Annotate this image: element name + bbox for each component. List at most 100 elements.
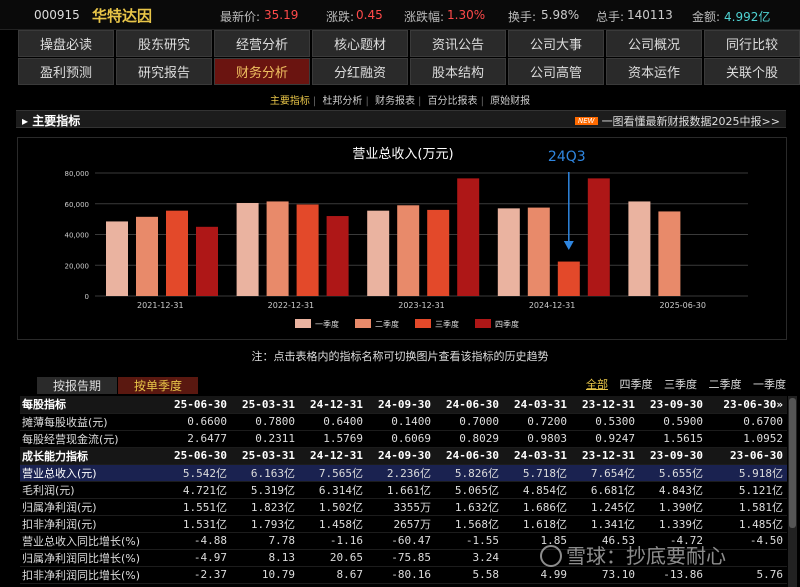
nav-item-12[interactable]: 股本结构 <box>410 58 506 85</box>
subtab-percent[interactable]: 百分比报表 <box>425 92 481 107</box>
legend-swatch-0 <box>295 319 311 328</box>
row-label[interactable]: 营业总收入(元) <box>20 464 163 482</box>
row-label[interactable]: 归属净利润(元) <box>20 498 163 516</box>
table-header-row: 每股指标 25-06-30 25-03-31 24-12-31 24-09-30 24-0… <box>20 396 787 414</box>
nav-item-7[interactable]: 同行比较 <box>704 30 800 57</box>
legend-swatch-2 <box>415 319 431 328</box>
filter-q4[interactable]: 四季度 <box>620 378 653 391</box>
bar-3-1 <box>527 207 550 296</box>
bar-2-3 <box>457 178 480 296</box>
subtab-raw[interactable]: 原始财报 <box>487 92 533 107</box>
nav-item-15[interactable]: 关联个股 <box>704 58 800 85</box>
bar-2-0 <box>367 210 390 296</box>
table-cell: 24-12-31 <box>299 396 367 414</box>
table-cell: 1.5769 <box>299 430 367 448</box>
table-row[interactable]: 摊薄每股收益(元) 0.6600 0.7800 0.6400 0.1400 0.7000 0… <box>20 413 787 431</box>
filter-all[interactable]: 全部 <box>586 378 608 391</box>
legend-label-0: 一季度 <box>315 319 339 329</box>
table-cell: 3355万 <box>367 498 435 516</box>
table-cell: 0.6069 <box>367 430 435 448</box>
row-label[interactable]: 归属净利润同比增长(%) <box>20 549 163 567</box>
table-cell: 1.339亿 <box>639 515 707 533</box>
row-label[interactable]: 毛利润(元) <box>20 481 163 499</box>
nav-item-3[interactable]: 核心题材 <box>312 30 408 57</box>
nav-item-10[interactable]: 财务分析 <box>214 58 310 85</box>
nav-item-1[interactable]: 股东研究 <box>116 30 212 57</box>
nav-item-9[interactable]: 研究报告 <box>116 58 212 85</box>
tab-by-quarter[interactable]: 按单季度 <box>118 377 198 394</box>
bar-3-0 <box>497 208 520 296</box>
table-header-row: 成长能力指标 25-06-30 25-03-31 24-12-31 24-09-30 24… <box>20 447 787 465</box>
filter-q1[interactable]: 一季度 <box>753 378 786 391</box>
bar-1-2 <box>296 204 319 296</box>
filter-q3[interactable]: 三季度 <box>664 378 697 391</box>
tab-by-period[interactable]: 按报告期 <box>37 377 117 394</box>
bar-1-1 <box>266 201 289 296</box>
nav-item-4[interactable]: 资讯公告 <box>410 30 506 57</box>
bar-1-0 <box>236 202 259 296</box>
quote-bar: 000915 华特达因 最新价: 35.19 涨跌: 0.45 涨跌幅: 1.3… <box>0 0 800 30</box>
row-label: 成长能力指标 <box>20 447 163 465</box>
nav-item-13[interactable]: 公司高管 <box>508 58 604 85</box>
table-cell: 24-09-30 <box>367 396 435 414</box>
table-cell: 24-06-30 <box>435 396 503 414</box>
promo-link[interactable]: NEW 一图看懂最新财报数据2025中报>> <box>574 113 780 129</box>
table-cell: 0.5300 <box>571 413 639 431</box>
new-badge: NEW <box>574 117 598 125</box>
nav-item-11[interactable]: 分红融资 <box>312 58 408 85</box>
table-row[interactable]: 归属净利润(元) 1.551亿 1.823亿 1.502亿 3355万 1.632亿 1.6… <box>20 498 787 516</box>
row-label[interactable]: 营业总收入同比增长(%) <box>20 532 163 550</box>
volume-label: 总手: <box>596 10 625 24</box>
row-label[interactable]: 扣非净利润(元) <box>20 515 163 533</box>
nav-item-6[interactable]: 公司概况 <box>606 30 702 57</box>
table-cell: 7.565亿 <box>299 464 367 482</box>
table-cell: 25-03-31 <box>231 447 299 465</box>
table-cell: 2.236亿 <box>367 464 435 482</box>
table-cell: 0.5900 <box>639 413 707 431</box>
table-cell: 1.0952 <box>707 430 787 448</box>
section-title[interactable]: ▸ 主要指标 <box>22 112 80 129</box>
table-row[interactable]: 每股经营现金流(元) 2.6477 0.2311 1.5769 0.6069 0.8029… <box>20 430 787 448</box>
nav-item-14[interactable]: 资本运作 <box>606 58 702 85</box>
table-cell: 1.5615 <box>639 430 707 448</box>
table-row[interactable]: 扣非净利润(元) 1.531亿 1.793亿 1.458亿 2657万 1.568亿 1.6… <box>20 515 787 533</box>
table-cell: 4.854亿 <box>503 481 571 499</box>
table-row[interactable]: 营业总收入(元) 5.542亿 6.163亿 7.565亿 2.236亿 5.826亿 5.… <box>20 464 787 482</box>
bar-3-2 <box>557 261 580 296</box>
table-cell: -1.55 <box>435 532 503 550</box>
nav-item-5[interactable]: 公司大事 <box>508 30 604 57</box>
nav-item-0[interactable]: 操盘必读 <box>18 30 114 57</box>
table-cell: -2.37 <box>163 566 231 584</box>
bar-0-3 <box>196 226 218 296</box>
row-label[interactable]: 每股经营现金流(元) <box>20 430 163 448</box>
nav-item-2[interactable]: 经营分析 <box>214 30 310 57</box>
table-cell: 5.121亿 <box>707 481 787 499</box>
bar-0-1 <box>136 216 158 296</box>
subtab-main-indicators[interactable]: 主要指标 <box>267 92 313 107</box>
table-cell: 2.6477 <box>163 430 231 448</box>
table-cell: 6.681亿 <box>571 481 639 499</box>
amount-value: 4.992亿 <box>724 10 771 24</box>
table-cell: 4.721亿 <box>163 481 231 499</box>
filter-q2[interactable]: 二季度 <box>709 378 742 391</box>
x-tick-label: 2023-12-31 <box>398 301 445 310</box>
table-cell: 1.793亿 <box>231 515 299 533</box>
table-row[interactable]: 毛利润(元) 4.721亿 5.319亿 6.314亿 1.661亿 5.065亿 4.85… <box>20 481 787 499</box>
row-label[interactable]: 扣非净利润同比增长(%) <box>20 566 163 584</box>
section-header: ▸ 主要指标 NEW 一图看懂最新财报数据2025中报>> <box>16 110 786 128</box>
table-cell: 20.65 <box>299 549 367 567</box>
table-cell: 1.502亿 <box>299 498 367 516</box>
table-cell: -4.97 <box>163 549 231 567</box>
nav-item-8[interactable]: 盈利预测 <box>18 58 114 85</box>
change-value: 0.45 <box>356 8 383 22</box>
turnover-value: 5.98% <box>541 8 580 22</box>
subtab-statements[interactable]: 财务报表 <box>372 92 418 107</box>
row-label[interactable]: 摊薄每股收益(元) <box>20 413 163 431</box>
table-cell: -1.16 <box>299 532 367 550</box>
xueqiu-logo-icon <box>540 545 562 567</box>
subtab-dupont[interactable]: 杜邦分析 <box>319 92 365 107</box>
bar-4-0 <box>628 201 651 296</box>
price-value: 35.19 <box>264 8 299 22</box>
table-scrollbar[interactable] <box>788 396 797 587</box>
bar-2-2 <box>427 209 450 296</box>
